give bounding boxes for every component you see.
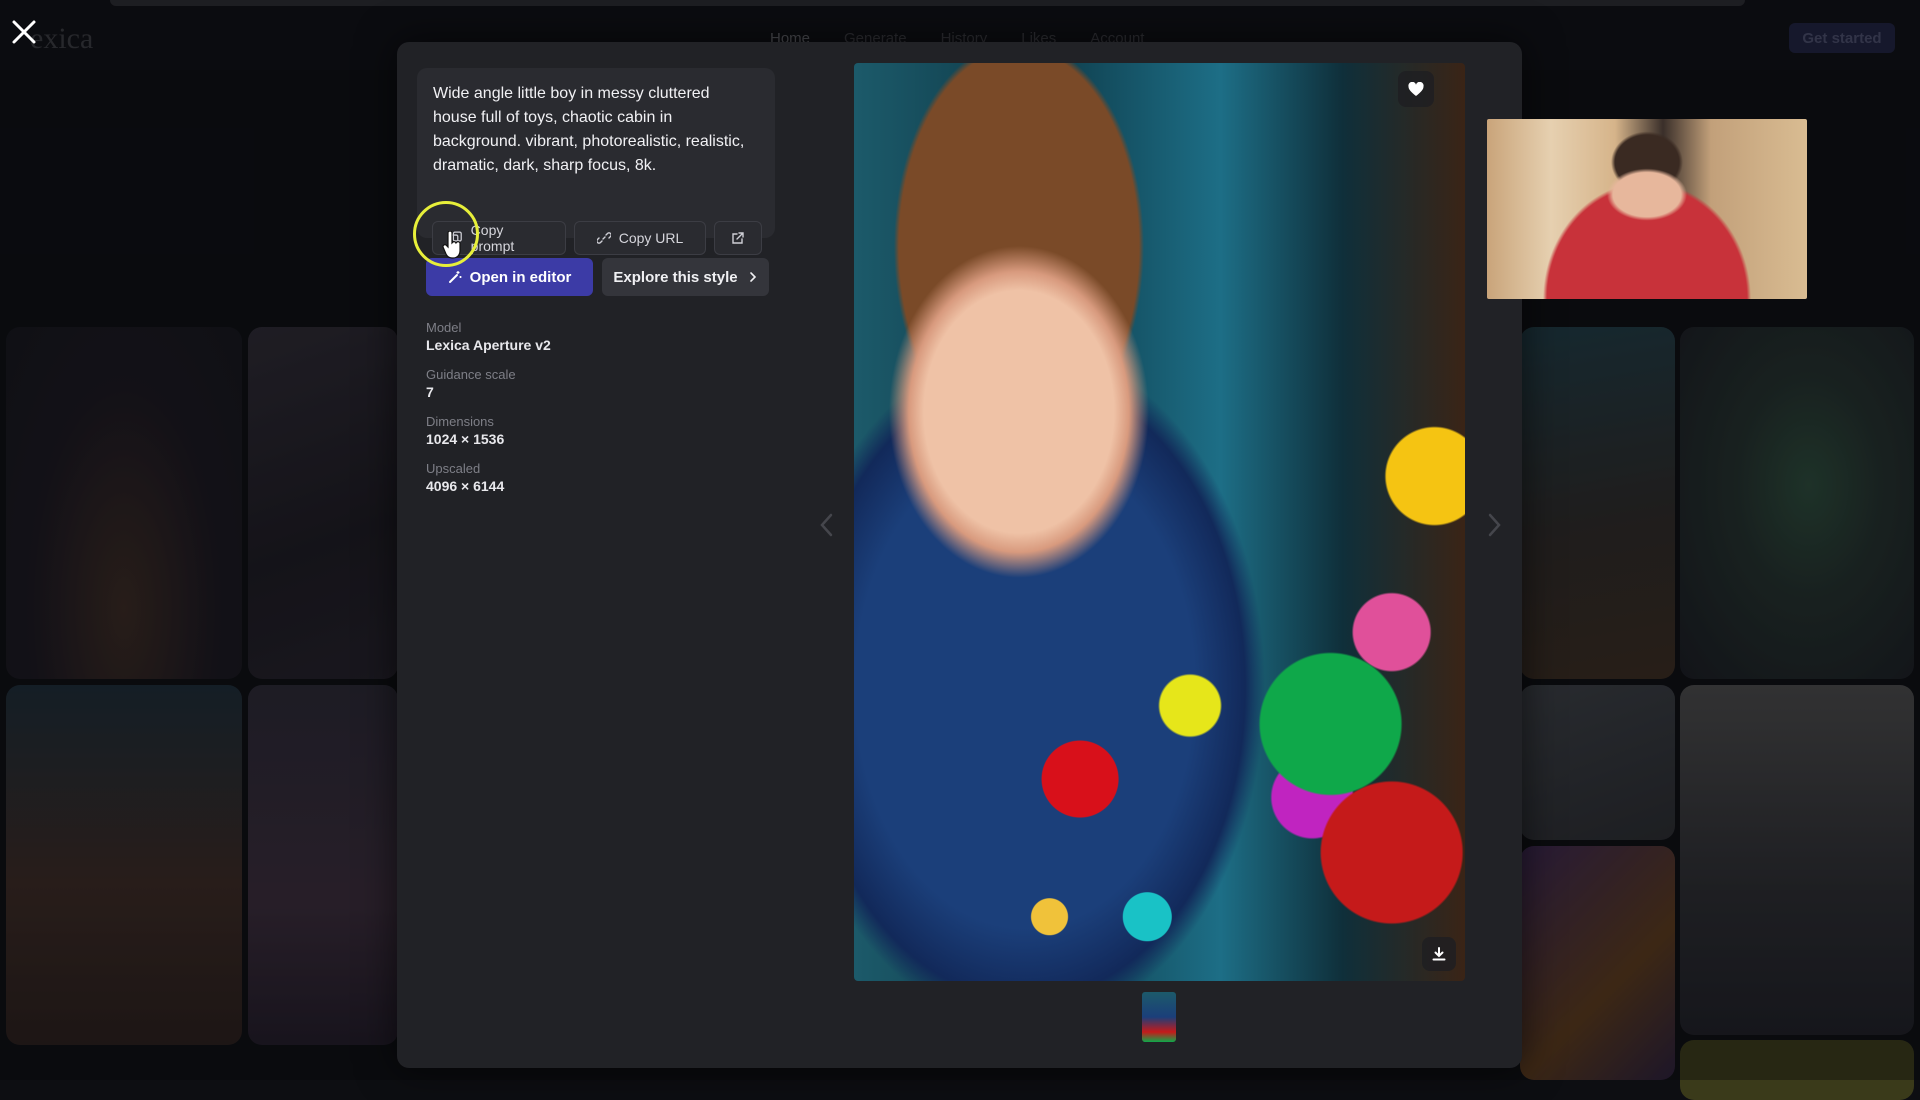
- open-in-editor-label: Open in editor: [469, 268, 572, 286]
- wand-icon: [448, 271, 462, 283]
- download-icon: [1432, 947, 1446, 961]
- chevron-right-icon: [1488, 513, 1501, 537]
- prompt-actions: Copy prompt Copy URL: [432, 221, 762, 255]
- prompt-text: Wide angle little boy in messy cluttered…: [433, 85, 745, 174]
- image-detail-modal: Wide angle little boy in messy cluttered…: [397, 42, 1522, 1068]
- copy-url-label: Copy URL: [618, 230, 684, 246]
- dimensions-info: Dimensions 1024 × 1536: [426, 414, 551, 448]
- copy-prompt-label: Copy prompt: [470, 222, 515, 254]
- open-external-button[interactable]: [714, 221, 762, 255]
- hand-cursor-icon: [442, 231, 461, 259]
- model-value: Lexica Aperture v2: [426, 337, 551, 353]
- like-button[interactable]: [1398, 71, 1434, 107]
- copy-url-button[interactable]: Copy URL: [574, 221, 706, 255]
- dimensions-value: 1024 × 1536: [426, 431, 505, 447]
- next-image-button[interactable]: [1479, 505, 1509, 545]
- generated-image[interactable]: [854, 63, 1465, 981]
- link-icon: [596, 232, 611, 244]
- main-actions: Open in editor Explore this style: [426, 258, 769, 296]
- upscaled-label: Upscaled: [426, 461, 481, 476]
- heart-icon: [1408, 81, 1424, 96]
- explore-style-button[interactable]: Explore this style: [602, 258, 769, 296]
- close-button[interactable]: [10, 18, 38, 46]
- model-label: Model: [426, 320, 462, 335]
- image-thumbnail[interactable]: [1142, 992, 1176, 1042]
- dimensions-label: Dimensions: [426, 414, 494, 429]
- upscaled-info: Upscaled 4096 × 6144: [426, 461, 551, 495]
- close-icon: [12, 20, 36, 44]
- chevron-right-icon: [749, 272, 756, 282]
- download-button[interactable]: [1422, 937, 1456, 971]
- external-link-icon: [732, 232, 744, 244]
- guidance-label: Guidance scale: [426, 367, 516, 382]
- explore-style-label: Explore this style: [613, 268, 738, 286]
- webcam-overlay: [1487, 119, 1807, 299]
- upscaled-value: 4096 × 6144: [426, 478, 505, 494]
- chevron-left-icon: [820, 513, 833, 537]
- image-metadata: Model Lexica Aperture v2 Guidance scale …: [426, 320, 551, 508]
- model-info: Model Lexica Aperture v2: [426, 320, 551, 354]
- guidance-value: 7: [426, 384, 434, 400]
- previous-image-button[interactable]: [812, 505, 842, 545]
- guidance-info: Guidance scale 7: [426, 367, 551, 401]
